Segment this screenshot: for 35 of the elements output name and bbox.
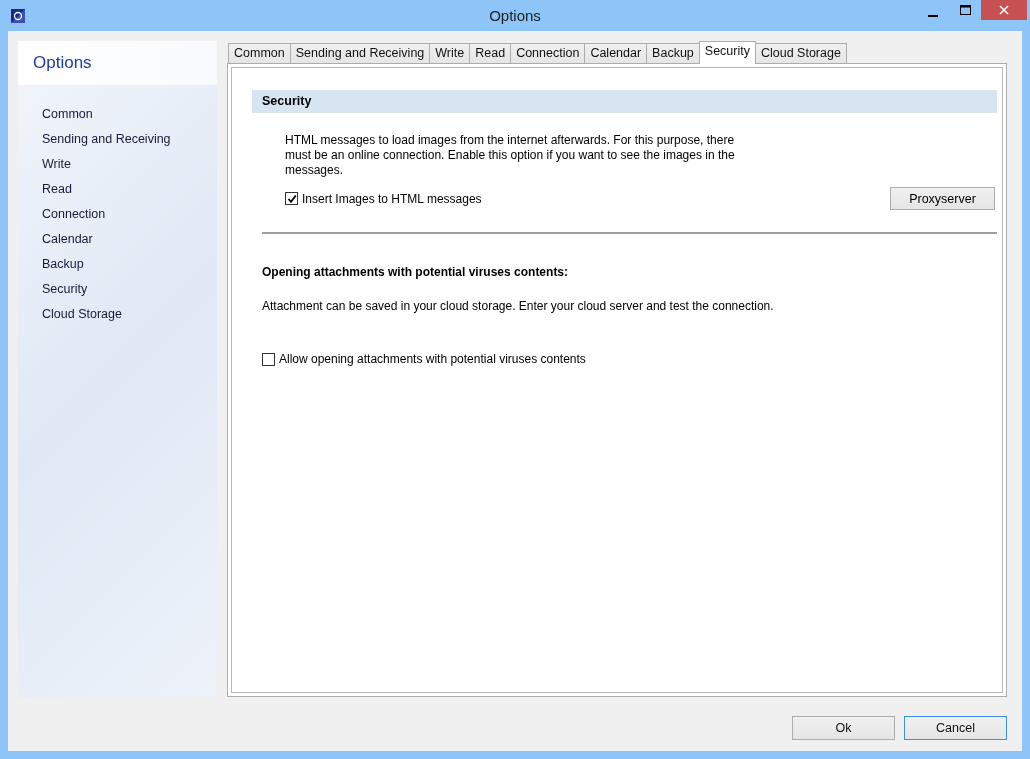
tab[interactable]: Backup — [646, 43, 700, 63]
sidebar-item[interactable]: Backup — [18, 252, 217, 277]
tab[interactable]: Security — [698, 41, 756, 64]
sidebar-item[interactable]: Calendar — [18, 227, 217, 252]
sidebar-item[interactable]: Write — [18, 152, 217, 177]
sidebar-item[interactable]: Security — [18, 277, 217, 302]
sidebar-item[interactable]: Common — [18, 102, 217, 127]
sidebar-title: Options — [18, 41, 217, 85]
sidebar-item[interactable]: Connection — [18, 202, 217, 227]
close-icon — [999, 5, 1009, 15]
tab[interactable]: Sending and Receiving — [289, 43, 431, 63]
minimize-icon — [928, 15, 938, 17]
tab[interactable]: Read — [469, 43, 512, 63]
tab[interactable]: Common — [228, 43, 291, 63]
sidebar-item[interactable]: Cloud Storage — [18, 302, 217, 327]
app-icon — [10, 7, 26, 24]
description-text: HTML messages to load images from the internet afterwards. For this purpose, there must be an online connection. Enable this option if you want to see the images in the messages. — [285, 133, 736, 178]
tab[interactable]: Cloud Storage — [754, 43, 847, 63]
sidebar-item[interactable]: Read — [18, 177, 217, 202]
section-header: Security — [252, 90, 997, 113]
section-heading: Opening attachments with potential viruses contents: — [262, 265, 570, 279]
tab[interactable]: Write — [429, 43, 471, 63]
dialog-button[interactable]: Ok — [792, 716, 895, 740]
maximize-icon — [959, 5, 971, 15]
tab[interactable]: Connection — [510, 43, 586, 63]
checkbox[interactable] — [285, 192, 298, 205]
dialog-button[interactable]: Cancel — [904, 716, 1007, 740]
checkbox[interactable] — [262, 352, 275, 366]
sidebar-item[interactable]: Sending and Receiving — [18, 127, 217, 152]
description-text: Attachment can be saved in your cloud storage. Enter your cloud server and test the connection. — [262, 299, 775, 313]
checkbox-label: Allow opening attachments with potential viruses contents — [279, 352, 586, 366]
window-title: Options — [489, 7, 541, 24]
tab[interactable]: Calendar — [584, 43, 648, 63]
proxyserver-button[interactable]: Proxyserver — [890, 187, 995, 210]
checkbox-label: Insert Images to HTML messages — [302, 191, 482, 206]
